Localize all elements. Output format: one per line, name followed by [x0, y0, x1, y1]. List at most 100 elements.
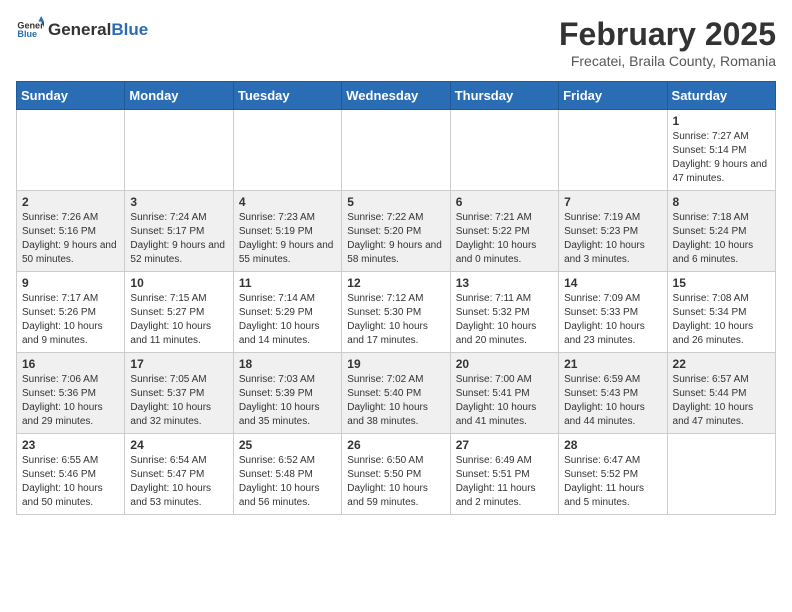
calendar-cell — [559, 110, 667, 191]
day-info: Sunrise: 7:23 AM Sunset: 5:19 PM Dayligh… — [239, 211, 336, 267]
day-number: 10 — [130, 276, 227, 290]
day-number: 27 — [456, 438, 553, 452]
day-info: Sunrise: 6:54 AM Sunset: 5:47 PM Dayligh… — [130, 454, 227, 510]
calendar-cell: 3 Sunrise: 7:24 AM Sunset: 5:17 PM Daylig… — [125, 191, 233, 272]
day-info: Sunrise: 6:55 AM Sunset: 5:46 PM Dayligh… — [22, 454, 119, 510]
day-info: Sunrise: 7:21 AM Sunset: 5:22 PM Dayligh… — [456, 211, 553, 267]
calendar-week-row: 9Sunrise: 7:17 AM Sunset: 5:26 PM Daylig… — [17, 272, 776, 353]
calendar-cell: 10 Sunrise: 7:15 AM Sunset: 5:27 PM Dayli… — [125, 272, 233, 353]
logo-icon: General Blue — [16, 16, 44, 44]
weekday-header-monday: Monday — [125, 82, 233, 110]
calendar-week-row: 23 Sunrise: 6:55 AM Sunset: 5:46 PM Dayli… — [17, 434, 776, 515]
day-info: Sunrise: 7:15 AM Sunset: 5:27 PM Dayligh… — [130, 292, 227, 348]
calendar-cell: 18 Sunrise: 7:03 AM Sunset: 5:39 PM Dayli… — [233, 353, 341, 434]
day-info: Sunrise: 7:08 AM Sunset: 5:34 PM Dayligh… — [673, 292, 770, 348]
day-info: Sunrise: 7:19 AM Sunset: 5:23 PM Dayligh… — [564, 211, 661, 267]
calendar-cell — [342, 110, 450, 191]
day-number: 2 — [22, 195, 119, 209]
calendar-cell: 27Sunrise: 6:49 AM Sunset: 5:51 PM Dayli… — [450, 434, 558, 515]
calendar-cell: 17 Sunrise: 7:05 AM Sunset: 5:37 PM Dayli… — [125, 353, 233, 434]
logo: General Blue General Blue — [16, 16, 148, 44]
calendar-cell: 1 Sunrise: 7:27 AM Sunset: 5:14 PM Daylig… — [667, 110, 775, 191]
title-block: February 2025 Frecatei, Braila County, R… — [559, 16, 776, 69]
location-subtitle: Frecatei, Braila County, Romania — [559, 53, 776, 69]
day-info: Sunrise: 7:05 AM Sunset: 5:37 PM Dayligh… — [130, 373, 227, 429]
calendar-cell: 2 Sunrise: 7:26 AM Sunset: 5:16 PM Daylig… — [17, 191, 125, 272]
calendar-week-row: 16 Sunrise: 7:06 AM Sunset: 5:36 PM Dayli… — [17, 353, 776, 434]
calendar-cell — [233, 110, 341, 191]
day-info: Sunrise: 6:59 AM Sunset: 5:43 PM Dayligh… — [564, 373, 661, 429]
calendar-table: SundayMondayTuesdayWednesdayThursdayFrid… — [16, 81, 776, 515]
day-number: 20 — [456, 357, 553, 371]
calendar-cell: 9Sunrise: 7:17 AM Sunset: 5:26 PM Daylig… — [17, 272, 125, 353]
calendar-week-row: 2 Sunrise: 7:26 AM Sunset: 5:16 PM Daylig… — [17, 191, 776, 272]
day-number: 3 — [130, 195, 227, 209]
day-info: Sunrise: 7:26 AM Sunset: 5:16 PM Dayligh… — [22, 211, 119, 267]
day-info: Sunrise: 6:57 AM Sunset: 5:44 PM Dayligh… — [673, 373, 770, 429]
day-info: Sunrise: 6:52 AM Sunset: 5:48 PM Dayligh… — [239, 454, 336, 510]
day-info: Sunrise: 7:00 AM Sunset: 5:41 PM Dayligh… — [456, 373, 553, 429]
day-number: 7 — [564, 195, 661, 209]
day-info: Sunrise: 7:06 AM Sunset: 5:36 PM Dayligh… — [22, 373, 119, 429]
day-number: 15 — [673, 276, 770, 290]
calendar-cell: 20 Sunrise: 7:00 AM Sunset: 5:41 PM Dayli… — [450, 353, 558, 434]
day-info: Sunrise: 7:24 AM Sunset: 5:17 PM Dayligh… — [130, 211, 227, 267]
day-number: 9 — [22, 276, 119, 290]
day-number: 18 — [239, 357, 336, 371]
day-number: 14 — [564, 276, 661, 290]
day-number: 22 — [673, 357, 770, 371]
day-number: 4 — [239, 195, 336, 209]
day-number: 28 — [564, 438, 661, 452]
day-info: Sunrise: 6:50 AM Sunset: 5:50 PM Dayligh… — [347, 454, 444, 510]
day-number: 26 — [347, 438, 444, 452]
calendar-cell — [450, 110, 558, 191]
day-info: Sunrise: 7:11 AM Sunset: 5:32 PM Dayligh… — [456, 292, 553, 348]
calendar-cell: 7 Sunrise: 7:19 AM Sunset: 5:23 PM Daylig… — [559, 191, 667, 272]
day-number: 12 — [347, 276, 444, 290]
day-info: Sunrise: 7:03 AM Sunset: 5:39 PM Dayligh… — [239, 373, 336, 429]
calendar-cell — [17, 110, 125, 191]
day-number: 25 — [239, 438, 336, 452]
weekday-header-sunday: Sunday — [17, 82, 125, 110]
day-info: Sunrise: 7:27 AM Sunset: 5:14 PM Dayligh… — [673, 130, 770, 186]
weekday-header-thursday: Thursday — [450, 82, 558, 110]
logo-general: General — [48, 20, 111, 40]
calendar-cell: 5Sunrise: 7:22 AM Sunset: 5:20 PM Daylig… — [342, 191, 450, 272]
day-number: 21 — [564, 357, 661, 371]
weekday-header-wednesday: Wednesday — [342, 82, 450, 110]
month-year-title: February 2025 — [559, 16, 776, 53]
day-info: Sunrise: 7:02 AM Sunset: 5:40 PM Dayligh… — [347, 373, 444, 429]
day-number: 16 — [22, 357, 119, 371]
day-info: Sunrise: 7:12 AM Sunset: 5:30 PM Dayligh… — [347, 292, 444, 348]
day-number: 11 — [239, 276, 336, 290]
day-number: 8 — [673, 195, 770, 209]
calendar-cell: 13Sunrise: 7:11 AM Sunset: 5:32 PM Dayli… — [450, 272, 558, 353]
calendar-cell: 4 Sunrise: 7:23 AM Sunset: 5:19 PM Daylig… — [233, 191, 341, 272]
day-info: Sunrise: 7:14 AM Sunset: 5:29 PM Dayligh… — [239, 292, 336, 348]
weekday-header-friday: Friday — [559, 82, 667, 110]
weekday-header-row: SundayMondayTuesdayWednesdayThursdayFrid… — [17, 82, 776, 110]
day-info: Sunrise: 7:18 AM Sunset: 5:24 PM Dayligh… — [673, 211, 770, 267]
page-header: General Blue General Blue February 2025 F… — [16, 16, 776, 69]
calendar-cell: 25 Sunrise: 6:52 AM Sunset: 5:48 PM Dayli… — [233, 434, 341, 515]
day-info: Sunrise: 6:47 AM Sunset: 5:52 PM Dayligh… — [564, 454, 661, 510]
day-info: Sunrise: 7:22 AM Sunset: 5:20 PM Dayligh… — [347, 211, 444, 267]
calendar-cell: 19Sunrise: 7:02 AM Sunset: 5:40 PM Dayli… — [342, 353, 450, 434]
day-number: 23 — [22, 438, 119, 452]
calendar-cell: 26 Sunrise: 6:50 AM Sunset: 5:50 PM Dayli… — [342, 434, 450, 515]
calendar-cell: 6Sunrise: 7:21 AM Sunset: 5:22 PM Daylig… — [450, 191, 558, 272]
calendar-cell: 22 Sunrise: 6:57 AM Sunset: 5:44 PM Dayli… — [667, 353, 775, 434]
calendar-cell: 21 Sunrise: 6:59 AM Sunset: 5:43 PM Dayli… — [559, 353, 667, 434]
calendar-cell: 12 Sunrise: 7:12 AM Sunset: 5:30 PM Dayli… — [342, 272, 450, 353]
day-number: 1 — [673, 114, 770, 128]
svg-text:Blue: Blue — [17, 29, 37, 39]
calendar-cell: 11 Sunrise: 7:14 AM Sunset: 5:29 PM Dayli… — [233, 272, 341, 353]
day-number: 24 — [130, 438, 227, 452]
day-number: 17 — [130, 357, 227, 371]
weekday-header-tuesday: Tuesday — [233, 82, 341, 110]
calendar-cell: 16 Sunrise: 7:06 AM Sunset: 5:36 PM Dayli… — [17, 353, 125, 434]
calendar-cell: 15 Sunrise: 7:08 AM Sunset: 5:34 PM Dayli… — [667, 272, 775, 353]
calendar-cell: 14 Sunrise: 7:09 AM Sunset: 5:33 PM Dayli… — [559, 272, 667, 353]
day-info: Sunrise: 7:09 AM Sunset: 5:33 PM Dayligh… — [564, 292, 661, 348]
calendar-cell — [667, 434, 775, 515]
